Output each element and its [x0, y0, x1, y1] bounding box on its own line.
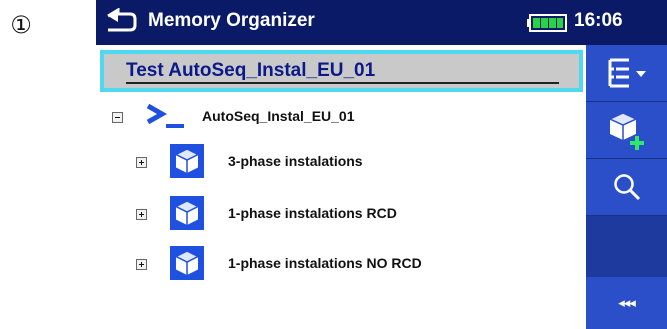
device-screen: Memory Organizer 16:06 Test AutoSeq_Inst…: [96, 0, 667, 329]
tree-root-label[interactable]: AutoSeq_Instal_EU_01: [202, 108, 355, 124]
collapse-sidebar-button[interactable]: ◂◂◂: [586, 277, 667, 329]
tree-child-row[interactable]: 1-phase instalations RCD: [96, 195, 576, 231]
expand-toggle-icon[interactable]: [136, 259, 147, 270]
tree-child-row[interactable]: 1-phase instalations NO RCD: [96, 245, 576, 281]
search-icon: [613, 174, 640, 201]
step-marker: ①: [10, 11, 32, 39]
tree-child-label[interactable]: 3-phase instalations: [228, 153, 363, 169]
header-bar: Memory Organizer 16:06: [96, 0, 667, 45]
tree-options-button[interactable]: [586, 45, 667, 102]
selected-item-underline: [126, 82, 559, 84]
structure-cube-icon[interactable]: [170, 246, 204, 280]
tree-child-label[interactable]: 1-phase instalations RCD: [228, 205, 397, 221]
add-structure-icon: [607, 112, 644, 150]
expand-toggle-icon[interactable]: [136, 209, 147, 220]
structure-cube-icon[interactable]: [170, 144, 204, 178]
tree-options-icon: [608, 58, 646, 88]
selected-item-label: Test AutoSeq_Instal_EU_01: [126, 60, 376, 81]
search-button[interactable]: [586, 159, 667, 216]
page-title: Memory Organizer: [148, 10, 315, 31]
collapse-toggle-icon[interactable]: [112, 112, 123, 123]
structure-cube-icon[interactable]: [170, 196, 204, 230]
selected-item[interactable]: Test AutoSeq_Instal_EU_01: [100, 50, 583, 92]
tree-root-row[interactable]: AutoSeq_Instal_EU_01: [96, 98, 576, 134]
battery-full-icon: [527, 14, 567, 32]
expand-toggle-icon[interactable]: [136, 157, 147, 168]
clock: 16:06: [574, 10, 623, 31]
tree-child-row[interactable]: 3-phase instalations: [96, 143, 576, 179]
sidebar: ◂◂◂: [586, 45, 667, 329]
add-structure-button[interactable]: [586, 102, 667, 159]
back-arrow-icon[interactable]: [104, 8, 138, 36]
tree-child-label[interactable]: 1-phase instalations NO RCD: [228, 255, 422, 271]
auto-sequence-icon[interactable]: [146, 104, 186, 130]
